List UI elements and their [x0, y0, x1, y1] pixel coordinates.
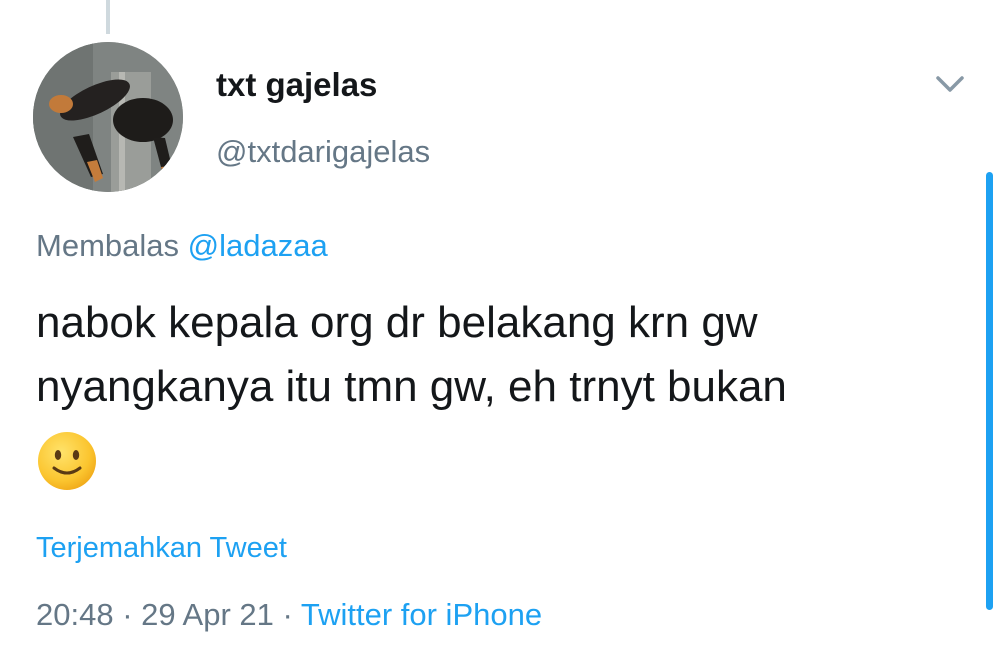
tweet-time: 20:48	[36, 597, 114, 632]
tweet-date: 29 Apr 21	[141, 597, 274, 632]
reply-context: Membalas @ladazaa	[36, 228, 328, 264]
reply-prefix: Membalas	[36, 228, 179, 263]
reply-mention-link[interactable]: @ladazaa	[188, 228, 328, 263]
user-display-name[interactable]: txt gajelas	[216, 66, 377, 104]
meta-separator: ·	[273, 597, 301, 632]
thread-connector-line	[106, 0, 110, 34]
tweet-source-link[interactable]: Twitter for iPhone	[301, 597, 542, 632]
translate-tweet-link[interactable]: Terjemahkan Tweet	[36, 532, 287, 565]
tweet-meta: 20:48 · 29 Apr 21 · Twitter for iPhone	[36, 597, 542, 633]
chevron-down-icon[interactable]	[932, 68, 968, 98]
tweet-text: nabok kepala org dr belakang krn gw nyan…	[36, 298, 787, 411]
tweet-view: txt gajelas @txtdarigajelas Membalas @la…	[0, 0, 1000, 653]
slightly-smiling-face-icon	[36, 430, 98, 492]
user-handle[interactable]: @txtdarigajelas	[216, 134, 430, 170]
avatar[interactable]	[33, 42, 183, 192]
meta-separator: ·	[113, 597, 142, 632]
dog-avatar-icon	[33, 42, 183, 192]
scrollbar[interactable]	[986, 172, 993, 610]
